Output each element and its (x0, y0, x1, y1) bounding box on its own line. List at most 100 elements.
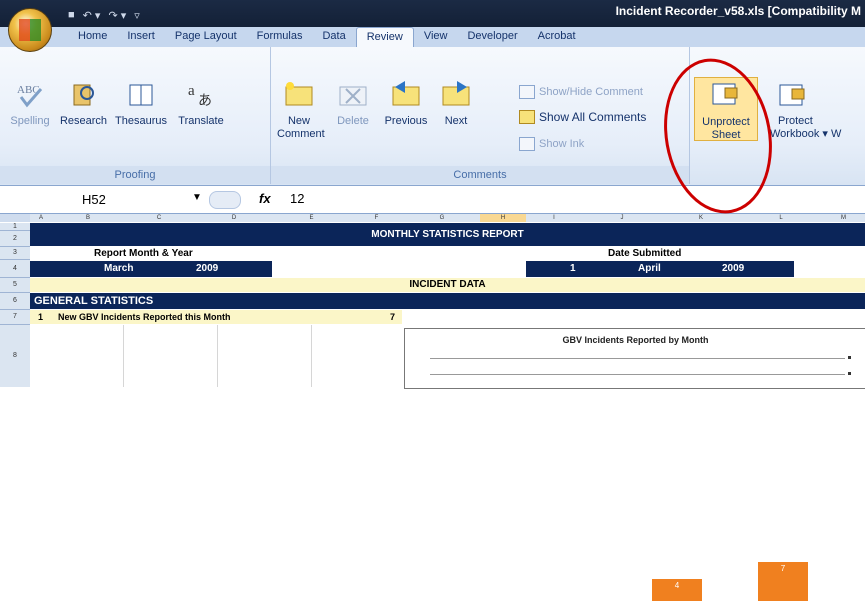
tab-developer[interactable]: Developer (457, 27, 527, 47)
proofing-group-label: Proofing (0, 166, 270, 184)
chart-gridline (430, 358, 845, 359)
new-comment-button[interactable]: New Comment (277, 79, 325, 141)
show-ink-icon (519, 137, 535, 151)
general-statistics-header: GENERAL STATISTICS (30, 293, 865, 309)
tab-home[interactable]: Home (68, 27, 117, 47)
translate-icon: aあ (186, 79, 216, 109)
quick-access-toolbar: ■ ↶ ▾ ↷ ▾ ▿ (68, 6, 140, 24)
name-box-dropdown-icon[interactable]: ▼ (192, 192, 202, 203)
select-all-corner[interactable] (0, 214, 31, 222)
column-header[interactable]: F (349, 214, 405, 222)
thesaurus-label: Thesaurus (115, 115, 167, 127)
show-all-comments-icon (519, 110, 535, 124)
column-header[interactable]: C (124, 214, 195, 222)
report-month-label: Report Month & Year (94, 248, 193, 259)
column-header[interactable]: M (822, 214, 865, 222)
insert-function-button[interactable]: fx (259, 191, 271, 206)
column-header[interactable]: J (582, 214, 663, 222)
new-comment-icon (284, 79, 314, 109)
research-button[interactable]: Research (56, 79, 111, 128)
formula-divider-icon (209, 191, 241, 209)
chart-bar: 7 (758, 562, 808, 601)
column-header[interactable]: H (480, 214, 527, 222)
chart-gridline (430, 374, 845, 375)
research-label: Research (59, 115, 108, 127)
column-header[interactable]: K (662, 214, 741, 222)
protect-label-2: Workbook ▾ W (770, 128, 842, 140)
svg-text:a: a (188, 83, 195, 99)
undo-icon[interactable]: ↶ ▾ (83, 9, 101, 22)
svg-text:あ: あ (198, 93, 212, 109)
new-comment-label-1: New (287, 115, 310, 127)
year-value: 2009 (196, 263, 219, 274)
row-header[interactable]: 3 (0, 247, 30, 260)
tab-review[interactable]: Review (355, 27, 414, 48)
protect-label-1: Protect (778, 115, 813, 127)
column-header[interactable]: D (194, 214, 275, 222)
name-box[interactable]: H52 ▼ (42, 190, 207, 208)
delete-comment-button[interactable]: Delete (331, 79, 375, 128)
column-header[interactable]: L (740, 214, 823, 222)
thesaurus-button[interactable]: Thesaurus (113, 79, 169, 128)
protect-workbook-button[interactable]: Protect Workbook ▾ W (770, 79, 865, 141)
row-header[interactable]: 2 (0, 231, 30, 247)
stat-row-label: New GBV Incidents Reported this Month (58, 312, 231, 322)
tab-acrobat[interactable]: Acrobat (528, 27, 586, 47)
previous-comment-label: Previous (384, 115, 428, 127)
report-month-bar (30, 261, 272, 277)
worksheet[interactable]: A B C D E F G H I J K L M 1 2 3 4 5 6 7 … (0, 214, 865, 601)
submitted-day: 1 (570, 263, 576, 274)
spelling-label: Spelling (10, 115, 50, 127)
date-submitted-label: Date Submitted (608, 248, 682, 259)
next-comment-icon (441, 79, 471, 109)
row-header[interactable]: 8 (0, 325, 30, 387)
column-header[interactable]: A (30, 214, 53, 222)
translate-button[interactable]: aあ Translate (172, 79, 230, 128)
stat-row-value: 7 (390, 312, 396, 322)
submitted-month: April (638, 263, 661, 274)
previous-comment-icon (391, 79, 421, 109)
show-all-comments-button[interactable]: Show All Comments (519, 110, 646, 124)
show-hide-comment-label: Show/Hide Comment (539, 86, 643, 98)
delete-comment-label: Delete (337, 115, 369, 127)
chart-title: GBV Incidents Reported by Month (562, 335, 709, 345)
show-hide-comment-icon (519, 85, 535, 99)
spelling-button[interactable]: ABC Spelling (6, 79, 54, 128)
row-header[interactable]: 7 (0, 310, 30, 325)
thesaurus-icon (126, 79, 156, 109)
stat-row-number: 1 (38, 312, 44, 322)
new-comment-label-2: Comment (277, 128, 325, 140)
column-header[interactable]: G (404, 214, 481, 222)
row-header[interactable]: 4 (0, 260, 30, 278)
chart-tick-mark (848, 372, 851, 375)
spelling-icon: ABC (15, 79, 45, 109)
row-header[interactable]: 1 (0, 223, 30, 231)
next-comment-button[interactable]: Next (436, 79, 476, 128)
column-header[interactable]: I (526, 214, 583, 222)
next-comment-label: Next (444, 115, 468, 127)
chart-bar: 4 (652, 579, 702, 601)
formula-input[interactable]: 12 (290, 191, 304, 206)
delete-comment-icon (338, 79, 368, 109)
save-icon[interactable]: ■ (68, 9, 75, 21)
report-title: MONTHLY STATISTICS REPORT (30, 223, 865, 246)
show-ink-button[interactable]: Show Ink (519, 137, 584, 151)
tab-view[interactable]: View (414, 27, 458, 47)
row-header[interactable]: 6 (0, 293, 30, 310)
comments-group-label: Comments (271, 166, 689, 184)
tab-page-layout[interactable]: Page Layout (165, 27, 247, 47)
office-button[interactable] (8, 8, 52, 52)
tab-formulas[interactable]: Formulas (247, 27, 313, 47)
show-hide-comment-button[interactable]: Show/Hide Comment (519, 85, 643, 99)
show-all-comments-label: Show All Comments (539, 110, 647, 124)
customize-qat-icon[interactable]: ▿ (134, 9, 140, 22)
month-value: March (104, 263, 134, 274)
protect-workbook-icon (778, 79, 808, 109)
previous-comment-button[interactable]: Previous (381, 79, 431, 128)
tab-data[interactable]: Data (312, 27, 355, 47)
redo-icon[interactable]: ↷ ▾ (108, 9, 126, 22)
row-header[interactable]: 5 (0, 278, 30, 293)
tab-insert[interactable]: Insert (117, 27, 165, 47)
column-header[interactable]: B (52, 214, 125, 222)
column-header[interactable]: E (274, 214, 350, 222)
